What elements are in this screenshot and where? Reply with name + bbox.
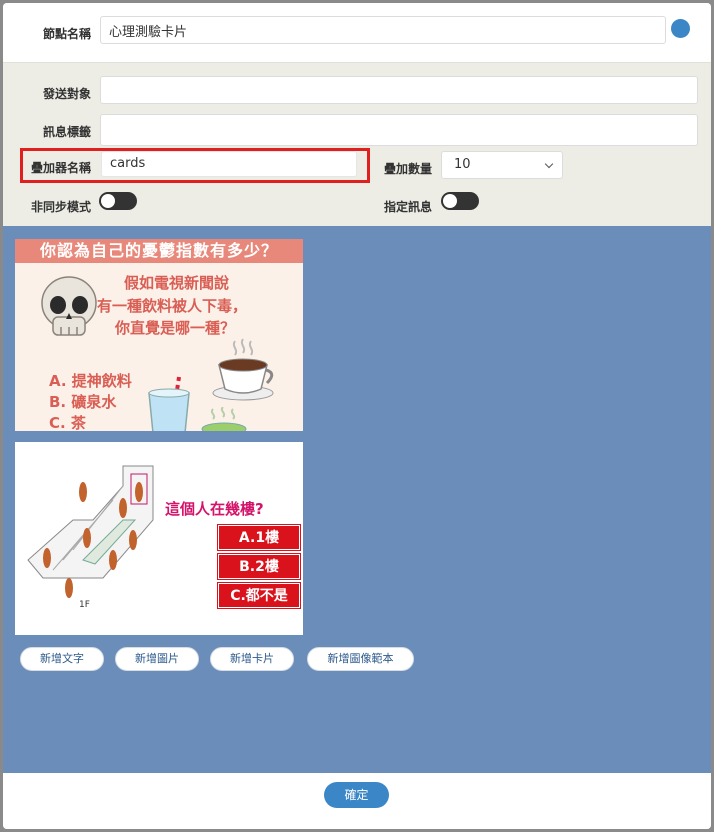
stack-count-value: 10 xyxy=(454,157,471,172)
card-list-area: 你認為自己的憂鬱指數有多少？ 假如電視新聞說 有一種飲料被人下毒， 你直覺是哪一… xyxy=(3,226,711,773)
stacker-name-input[interactable] xyxy=(101,151,357,177)
card-answer-option: B.2樓 xyxy=(218,554,300,579)
card-question-line: 你直覺是哪一種？ xyxy=(115,319,236,337)
skull-icon xyxy=(41,276,97,336)
staircase-illustration xyxy=(27,465,154,598)
coffee-cup-icon xyxy=(212,338,274,401)
stacker-name-label: 疊加器名稱 xyxy=(31,161,92,175)
chevron-down-icon xyxy=(544,159,554,169)
node-settings-dialog: 節點名稱 發送對象 訊息標籤 疊加器名稱 疊加數量 10 非同步模式 指定訊息 … xyxy=(3,3,711,829)
card-answer-option: C.都不是 xyxy=(218,583,300,608)
card-option: A. 提神飲料 xyxy=(49,372,132,390)
water-glass-icon xyxy=(148,376,190,431)
card-question-line: 有一種飲料被人下毒， xyxy=(97,297,248,315)
stack-count-select[interactable]: 10 xyxy=(441,151,563,179)
add-text-button[interactable]: 新增文字 xyxy=(20,647,104,671)
send-target-input[interactable] xyxy=(100,76,698,104)
card-banner: 你認為自己的憂鬱指數有多少？ xyxy=(15,239,303,263)
status-dot-icon[interactable] xyxy=(671,19,690,38)
card-image-depression-quiz[interactable]: 你認為自己的憂鬱指數有多少？ 假如電視新聞說 有一種飲料被人下毒， 你直覺是哪一… xyxy=(15,239,303,431)
add-image-button[interactable]: 新增圖片 xyxy=(115,647,199,671)
message-tag-input[interactable] xyxy=(100,114,698,146)
card-question: 這個人在幾樓? xyxy=(165,500,264,518)
add-image-template-button[interactable]: 新增圖像範本 xyxy=(307,647,414,671)
tea-cup-icon xyxy=(201,407,247,431)
message-tag-label: 訊息標籤 xyxy=(43,125,92,139)
node-name-input[interactable] xyxy=(100,16,666,44)
card-option: C. 茶 xyxy=(49,414,86,431)
specified-message-label: 指定訊息 xyxy=(384,200,433,214)
node-name-label: 節點名稱 xyxy=(43,27,92,41)
specified-message-toggle[interactable] xyxy=(441,192,479,210)
card-question-line: 假如電視新聞說 xyxy=(124,274,230,292)
card-answer-option: A.1樓 xyxy=(218,525,300,550)
floor-label: 1F xyxy=(79,600,90,610)
async-mode-toggle[interactable] xyxy=(99,192,137,210)
dialog-header: 節點名稱 xyxy=(3,3,711,62)
add-card-button[interactable]: 新增卡片 xyxy=(210,647,294,671)
send-target-label: 發送對象 xyxy=(43,87,92,101)
stack-count-label: 疊加數量 xyxy=(384,162,433,176)
confirm-button[interactable]: 確定 xyxy=(324,782,389,808)
async-mode-label: 非同步模式 xyxy=(31,200,92,214)
card-option: B. 礦泉水 xyxy=(49,393,117,411)
dialog-footer: 確定 xyxy=(3,773,711,829)
card-image-floor-quiz[interactable]: 這個人在幾樓? A.1樓 B.2樓 C.都不是 1F xyxy=(15,442,303,635)
